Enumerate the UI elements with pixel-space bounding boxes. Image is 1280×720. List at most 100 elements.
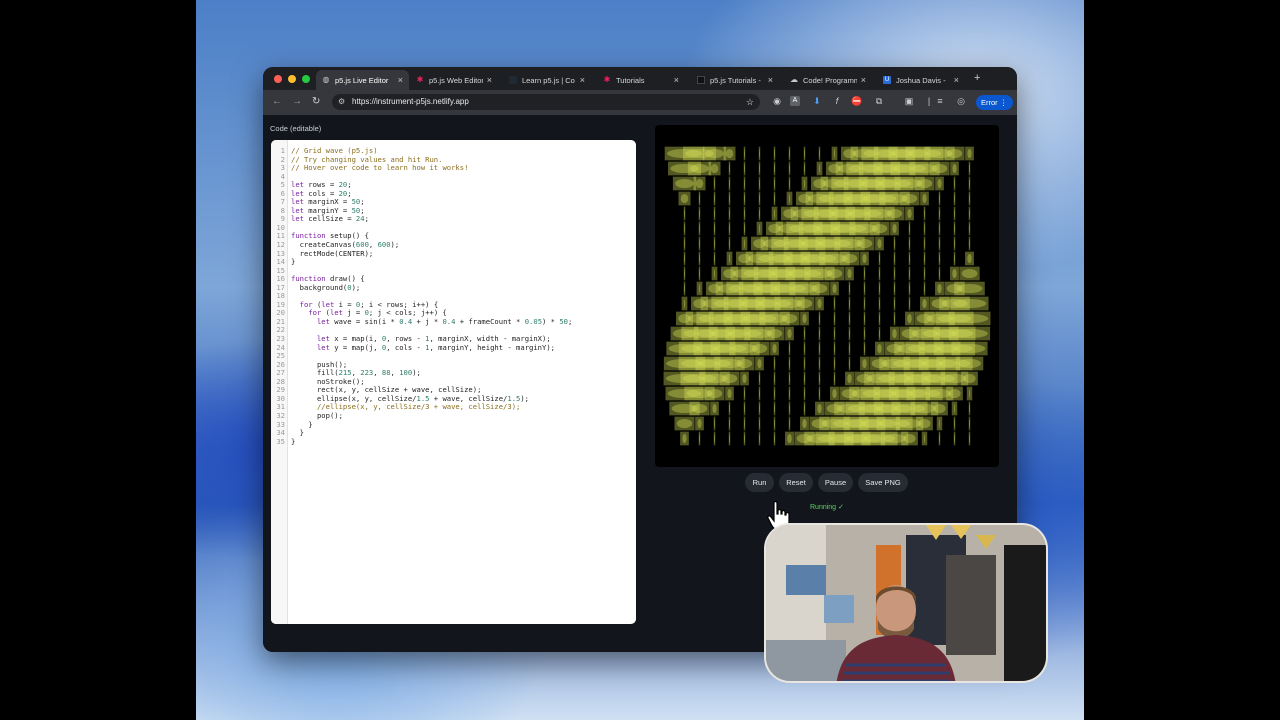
fullscreen-window-button[interactable] xyxy=(302,75,310,83)
wave-cell-ellipse xyxy=(714,253,715,264)
site-settings-icon[interactable]: ⚙ xyxy=(338,94,345,110)
wave-cell-ellipse xyxy=(714,418,715,429)
tab-p5js-live-editor[interactable]: ◍ p5.js Live Editor × xyxy=(316,70,409,90)
close-tab-icon[interactable]: × xyxy=(487,75,492,85)
back-arrow-icon[interactable]: ← xyxy=(272,96,282,107)
wave-cell-ellipse xyxy=(879,313,880,324)
p5-star-icon: ✱ xyxy=(603,75,611,84)
camera-icon[interactable]: ◉ xyxy=(771,95,783,107)
tab-learn-p5js[interactable]: Learn p5.js | Co × xyxy=(503,70,591,90)
tab-joshua-davis[interactable]: U Joshua Davis - × xyxy=(877,70,965,90)
new-tab-button[interactable]: + xyxy=(974,72,980,84)
wave-cell-ellipse xyxy=(847,268,852,279)
close-tab-icon[interactable]: × xyxy=(580,75,585,85)
close-tab-icon[interactable]: × xyxy=(768,75,773,85)
u-icon: U xyxy=(883,76,891,84)
wave-cell-ellipse xyxy=(909,298,910,309)
code-line: rectMode(CENTER); xyxy=(291,248,374,258)
download-icon[interactable]: ⬇ xyxy=(811,95,823,107)
tab-p5js-tutorials[interactable]: p5.js Tutorials - × xyxy=(691,70,779,90)
run-button[interactable]: Run xyxy=(745,473,774,492)
wave-cell-ellipse xyxy=(969,163,970,174)
wave-cell-ellipse xyxy=(969,418,970,429)
bookmark-star-icon[interactable]: ☆ xyxy=(746,94,754,110)
reset-button[interactable]: Reset xyxy=(779,473,813,492)
close-tab-icon[interactable]: × xyxy=(674,75,679,85)
wave-cell-ellipse xyxy=(954,253,955,264)
wave-cell-ellipse xyxy=(954,418,955,429)
blocker-icon[interactable]: ⛔ xyxy=(851,95,863,107)
wave-cell-ellipse xyxy=(744,148,745,159)
wave-cell-ellipse xyxy=(954,238,955,249)
wave-cell-ellipse xyxy=(967,148,972,159)
wave-cell-ellipse xyxy=(922,193,927,204)
translate-icon[interactable]: A xyxy=(790,96,800,106)
wave-cell-ellipse xyxy=(939,433,940,444)
wave-cell-ellipse xyxy=(849,313,850,324)
wave-cell-ellipse xyxy=(728,253,731,264)
close-tab-icon[interactable]: × xyxy=(861,75,866,85)
reading-list-icon[interactable]: ≡ xyxy=(934,95,946,107)
error-button[interactable]: Error ⋮ xyxy=(976,95,1014,110)
close-window-button[interactable] xyxy=(274,75,282,83)
code-line: let wave = sin(i * 0.4 + j * 0.4 + frame… xyxy=(316,316,573,326)
tab-tutorials[interactable]: ✱ Tutorials × xyxy=(597,70,685,90)
pause-button[interactable]: Pause xyxy=(818,473,853,492)
wave-cell-ellipse xyxy=(744,403,745,414)
reload-icon[interactable]: ↻ xyxy=(312,96,320,107)
close-tab-icon[interactable]: × xyxy=(954,75,959,85)
wave-cell-ellipse xyxy=(699,208,700,219)
wave-cell-ellipse xyxy=(714,208,715,219)
sidepanel-icon[interactable]: ▣ xyxy=(903,95,915,107)
wave-cell-ellipse xyxy=(789,163,790,174)
wave-cell-ellipse xyxy=(909,223,910,234)
code-label: Code (editable) xyxy=(270,124,322,133)
control-buttons: Run Reset Pause Save PNG xyxy=(263,473,1017,493)
sketch-canvas[interactable] xyxy=(655,125,999,467)
wave-cell-ellipse xyxy=(939,208,940,219)
save-png-button[interactable]: Save PNG xyxy=(858,473,908,492)
wave-cell-ellipse xyxy=(729,163,730,174)
wave-cell-ellipse xyxy=(817,403,822,414)
wave-cell-ellipse xyxy=(894,283,895,294)
wave-cell-ellipse xyxy=(743,238,746,249)
wave-cell-ellipse xyxy=(819,328,820,339)
tab-code-programming[interactable]: ☁ Code! Programm × xyxy=(784,70,872,90)
wave-cell-ellipse xyxy=(953,343,986,354)
wave-cell-ellipse xyxy=(789,358,790,369)
extensions-icon[interactable]: ⧉ xyxy=(873,95,885,107)
wave-cell-ellipse xyxy=(690,163,709,174)
wave-cell-ellipse xyxy=(924,223,925,234)
wave-cell-ellipse xyxy=(744,163,745,174)
minimize-window-button[interactable] xyxy=(288,75,296,83)
wave-cell-ellipse xyxy=(819,373,820,384)
wave-cell-ellipse xyxy=(969,403,970,414)
wave-cell-ellipse xyxy=(789,373,790,384)
tab-title: p5.js Web Editor xyxy=(429,75,483,85)
tab-title: Joshua Davis - xyxy=(896,75,946,85)
wave-cell-ellipse xyxy=(736,358,753,369)
close-tab-icon[interactable]: × xyxy=(398,75,403,85)
wave-cell-ellipse xyxy=(774,163,775,174)
wave-cell-ellipse xyxy=(729,193,730,204)
wave-cell-ellipse xyxy=(706,388,723,399)
window-controls xyxy=(274,75,310,83)
code-editor[interactable]: 1 2 3 4 5 6 7 8 9 10 11 12 13 14 15 16 17 18 19 20 21 22 23 24 2… xyxy=(271,140,636,624)
wave-cell-ellipse xyxy=(826,268,843,279)
address-bar[interactable]: ⚙ https://instrument-p5js.netlify.app ☆ xyxy=(332,94,760,110)
forward-arrow-icon[interactable]: → xyxy=(292,96,302,107)
grid-wave-drawing xyxy=(663,146,991,446)
wave-cell-ellipse xyxy=(954,433,955,444)
code-text[interactable]: // Grid wave (p5.js)// Try changing valu… xyxy=(291,146,573,446)
tab-p5js-web-editor[interactable]: ✱ p5.js Web Editor × xyxy=(410,70,498,90)
wave-cell-ellipse xyxy=(924,253,925,264)
wave-cell-ellipse xyxy=(759,193,760,204)
profile-icon[interactable]: ◎ xyxy=(955,95,967,107)
wave-cell-ellipse xyxy=(892,328,897,339)
wave-cell-ellipse xyxy=(924,433,925,444)
wave-cell-ellipse xyxy=(924,208,925,219)
wave-cell-ellipse xyxy=(774,358,775,369)
wave-cell-ellipse xyxy=(802,313,807,324)
function-icon[interactable]: f xyxy=(831,95,843,107)
wave-cell-ellipse xyxy=(699,223,700,234)
